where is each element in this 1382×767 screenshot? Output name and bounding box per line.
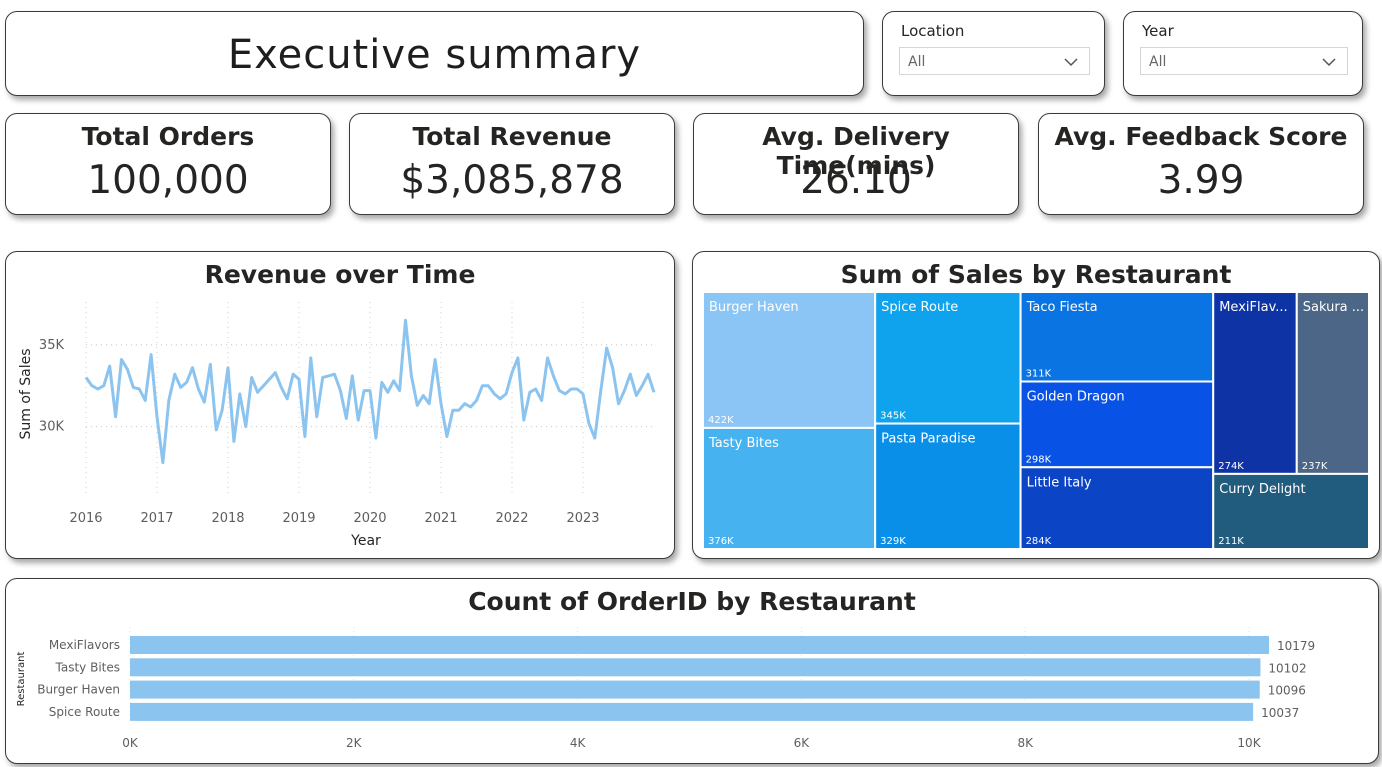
x-tick-label: 2023 (566, 511, 599, 526)
x-tick-label: 0K (122, 736, 139, 750)
x-tick-label: 2020 (353, 511, 386, 526)
bar-value-label: 10102 (1268, 661, 1306, 675)
treemap-tile-rect (1295, 291, 1370, 475)
kpi-value: 26.10 (800, 158, 912, 203)
kpi-card-total-orders: Total Orders 100,000 (5, 113, 331, 215)
bar[interactable] (130, 636, 1270, 654)
y-axis-title: Restaurant (16, 652, 27, 707)
bar-chart-plot: Restaurant 0K 2K 4K 6K 8K 10K MexiFlavors 10179… (16, 627, 1315, 750)
line-chart-plot: 2016 2017 2018 2019 2020 2021 2022 2023 30K35K … (18, 302, 656, 549)
sales-by-restaurant-treemap[interactable]: Sum of Sales by Restaurant Burger Haven 4… (692, 251, 1380, 559)
location-slicer-label: Location (901, 22, 965, 40)
treemap-plot: Burger Haven 422K Tasty Bites 376K Spice Rou… (702, 291, 1370, 551)
year-dropdown[interactable]: All (1140, 47, 1348, 75)
treemap-tile[interactable]: Little Italy 284K (1019, 466, 1215, 550)
y-category-label: Burger Haven (37, 683, 120, 697)
treemap-tile[interactable]: Pasta Paradise 329K (874, 422, 1022, 550)
treemap-tile-label: Sakura ... (1303, 300, 1364, 315)
y-category-label: Spice Route (49, 705, 120, 719)
page-title: Executive summary (227, 32, 642, 78)
treemap-tile-value: 329K (880, 536, 906, 547)
x-tick-label: 8K (1017, 736, 1034, 750)
kpi-label: Avg. Feedback Score (1054, 122, 1348, 151)
y-category-label: Tasty Bites (55, 660, 120, 674)
x-tick-label: 2022 (495, 511, 528, 526)
y-category-label: MexiFlavors (49, 638, 120, 652)
bar-value-label: 10179 (1277, 639, 1315, 653)
treemap-tile[interactable]: Taco Fiesta 311K (1019, 291, 1215, 383)
treemap-tile[interactable]: Golden Dragon 298K (1019, 380, 1215, 469)
location-dropdown[interactable]: All (899, 47, 1090, 75)
treemap-tile[interactable]: Spice Route 345K (874, 291, 1022, 425)
treemap-tile-value: 376K (708, 536, 734, 547)
treemap-tile[interactable]: MexiFlav... 274K (1212, 291, 1298, 475)
treemap-tile-label: Curry Delight (1219, 482, 1305, 497)
x-tick-label: 2017 (140, 511, 173, 526)
x-tick-label: 2021 (424, 511, 457, 526)
line-series-sales (84, 318, 656, 465)
x-tick-label: 10K (1237, 736, 1261, 750)
treemap-tile-value: 284K (1026, 536, 1052, 547)
treemap-tile-value: 311K (1026, 369, 1052, 380)
treemap-tile-label: MexiFlav... (1219, 300, 1287, 315)
location-dropdown-value: All (908, 54, 926, 70)
treemap-tile-value: 422K (708, 415, 734, 426)
kpi-value: $3,085,878 (400, 158, 624, 203)
year-dropdown-value: All (1149, 54, 1167, 70)
orders-by-restaurant-bar-chart[interactable]: Count of OrderID by Restaurant Restauran… (5, 578, 1379, 764)
y-tick-label: 30K (39, 420, 65, 435)
title-card: Executive summary (5, 11, 864, 96)
x-tick-label: 4K (570, 736, 587, 750)
bar[interactable] (130, 658, 1261, 677)
x-tick-label: 2019 (282, 511, 315, 526)
bar-value-label: 10037 (1261, 706, 1299, 720)
x-tick-label: 2K (346, 736, 363, 750)
revenue-over-time-chart[interactable]: Revenue over Time 2016 2017 2018 2019 2020 20… (5, 251, 675, 559)
treemap-tile-label: Burger Haven (709, 300, 799, 315)
treemap-tile-label: Pasta Paradise (881, 432, 975, 447)
kpi-label: Total Revenue (412, 122, 612, 151)
year-slicer-label: Year (1142, 22, 1174, 40)
x-tick-label: 2018 (211, 511, 244, 526)
treemap-tile-value: 274K (1218, 461, 1244, 472)
treemap-tile[interactable]: Burger Haven 422K (702, 291, 877, 429)
chevron-down-icon (1322, 58, 1336, 67)
treemap-tile[interactable]: Curry Delight 211K (1212, 472, 1370, 551)
treemap-tile-value: 211K (1218, 536, 1244, 547)
treemap-tile[interactable]: Sakura ... 237K (1295, 291, 1370, 475)
y-tick-label: 35K (39, 338, 65, 353)
bar[interactable] (130, 680, 1260, 699)
x-tick-label: 6K (794, 736, 811, 750)
year-slicer: Year All (1123, 11, 1363, 96)
bar-value-label: 10096 (1268, 684, 1306, 698)
chevron-down-icon (1064, 58, 1078, 67)
treemap-tile[interactable]: Tasty Bites 376K (702, 426, 877, 551)
treemap-tile-value: 345K (880, 411, 906, 422)
kpi-card-total-revenue: Total Revenue $3,085,878 (349, 113, 675, 215)
treemap-tile-value: 237K (1302, 461, 1328, 472)
x-tick-label: 2016 (69, 511, 102, 526)
kpi-value: 100,000 (87, 158, 249, 203)
treemap-tile-label: Golden Dragon (1027, 390, 1125, 405)
treemap-tile-value: 298K (1026, 454, 1052, 465)
location-slicer: Location All (882, 11, 1105, 96)
kpi-card-avg-delivery-time: Avg. Delivery Time(mins) 26.10 (693, 113, 1019, 215)
y-axis-title: Sum of Sales (18, 348, 34, 439)
kpi-label: Total Orders (81, 122, 255, 151)
treemap-tile-label: Tasty Bites (708, 436, 779, 451)
treemap-tile-label: Little Italy (1027, 475, 1092, 490)
bar[interactable] (130, 702, 1254, 721)
treemap-tile-label: Taco Fiesta (1026, 300, 1098, 315)
treemap-tile-rect (1212, 291, 1298, 475)
kpi-card-avg-feedback-score: Avg. Feedback Score 3.99 (1038, 113, 1364, 215)
treemap-tile-label: Spice Route (881, 300, 958, 315)
kpi-value: 3.99 (1157, 158, 1245, 203)
x-axis-title: Year (350, 533, 381, 549)
